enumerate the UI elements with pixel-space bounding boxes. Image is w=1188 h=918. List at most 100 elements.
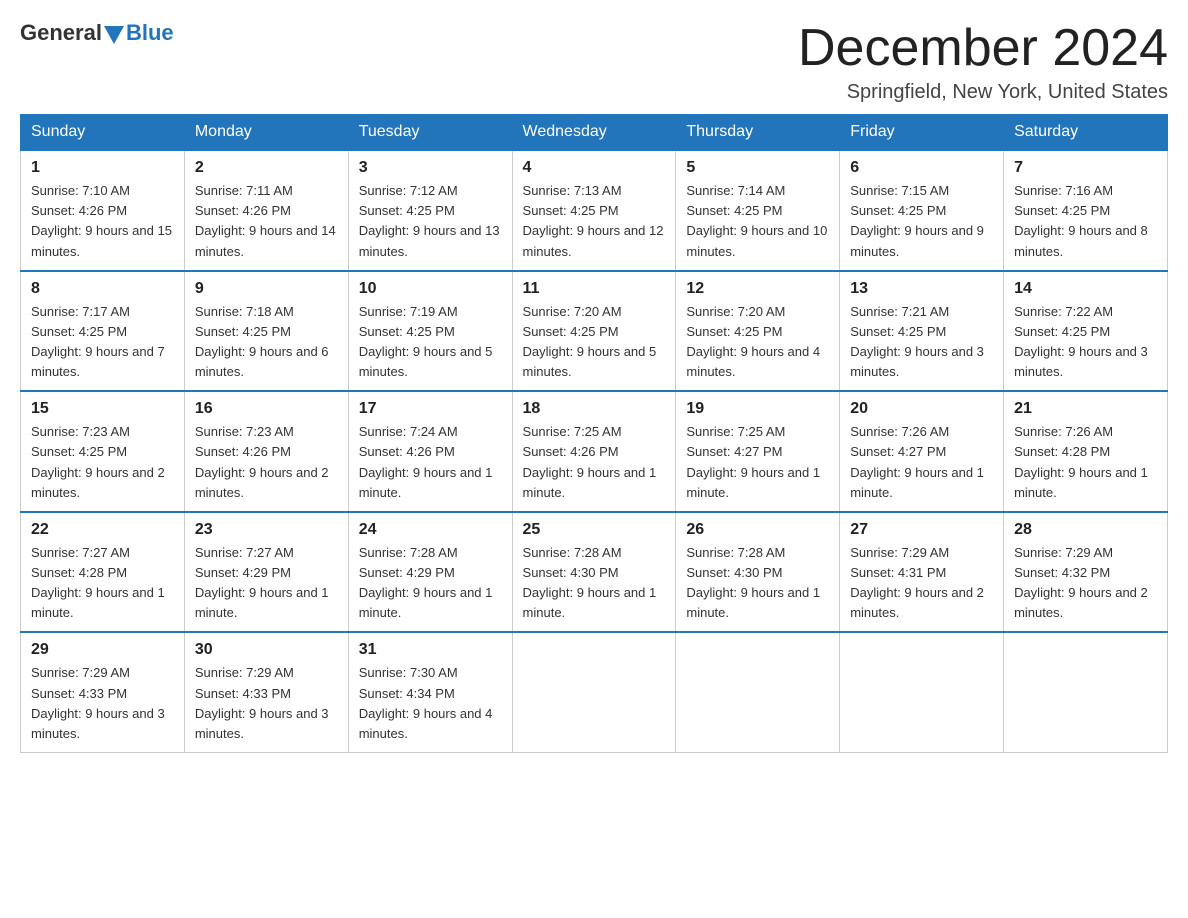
header-tuesday: Tuesday	[348, 115, 512, 151]
calendar-cell: 7 Sunrise: 7:16 AM Sunset: 4:25 PM Dayli…	[1004, 150, 1168, 271]
day-info: Sunrise: 7:27 AM Sunset: 4:28 PM Dayligh…	[31, 543, 174, 624]
calendar-cell: 1 Sunrise: 7:10 AM Sunset: 4:26 PM Dayli…	[21, 150, 185, 271]
week-row-4: 22 Sunrise: 7:27 AM Sunset: 4:28 PM Dayl…	[21, 512, 1168, 633]
logo-area: General Blue	[20, 20, 174, 46]
calendar-cell	[676, 632, 840, 752]
month-title: December 2024	[798, 20, 1168, 77]
calendar-cell: 10 Sunrise: 7:19 AM Sunset: 4:25 PM Dayl…	[348, 271, 512, 392]
day-number: 30	[195, 641, 338, 659]
calendar-cell: 3 Sunrise: 7:12 AM Sunset: 4:25 PM Dayli…	[348, 150, 512, 271]
calendar-cell: 8 Sunrise: 7:17 AM Sunset: 4:25 PM Dayli…	[21, 271, 185, 392]
header-thursday: Thursday	[676, 115, 840, 151]
day-info: Sunrise: 7:17 AM Sunset: 4:25 PM Dayligh…	[31, 302, 174, 383]
calendar-cell: 22 Sunrise: 7:27 AM Sunset: 4:28 PM Dayl…	[21, 512, 185, 633]
day-info: Sunrise: 7:22 AM Sunset: 4:25 PM Dayligh…	[1014, 302, 1157, 383]
logo-general-text: General	[20, 20, 102, 46]
calendar-cell	[840, 632, 1004, 752]
day-info: Sunrise: 7:29 AM Sunset: 4:33 PM Dayligh…	[31, 663, 174, 744]
calendar-cell: 27 Sunrise: 7:29 AM Sunset: 4:31 PM Dayl…	[840, 512, 1004, 633]
day-number: 8	[31, 280, 174, 298]
day-number: 27	[850, 521, 993, 539]
day-info: Sunrise: 7:20 AM Sunset: 4:25 PM Dayligh…	[686, 302, 829, 383]
day-info: Sunrise: 7:23 AM Sunset: 4:26 PM Dayligh…	[195, 422, 338, 503]
day-number: 29	[31, 641, 174, 659]
day-info: Sunrise: 7:28 AM Sunset: 4:30 PM Dayligh…	[523, 543, 666, 624]
week-row-3: 15 Sunrise: 7:23 AM Sunset: 4:25 PM Dayl…	[21, 391, 1168, 512]
day-info: Sunrise: 7:29 AM Sunset: 4:31 PM Dayligh…	[850, 543, 993, 624]
header-sunday: Sunday	[21, 115, 185, 151]
day-info: Sunrise: 7:29 AM Sunset: 4:33 PM Dayligh…	[195, 663, 338, 744]
day-number: 13	[850, 280, 993, 298]
calendar-table: Sunday Monday Tuesday Wednesday Thursday…	[20, 114, 1168, 753]
day-number: 17	[359, 400, 502, 418]
day-info: Sunrise: 7:13 AM Sunset: 4:25 PM Dayligh…	[523, 181, 666, 262]
weekday-header-row: Sunday Monday Tuesday Wednesday Thursday…	[21, 115, 1168, 151]
day-number: 9	[195, 280, 338, 298]
location-subtitle: Springfield, New York, United States	[798, 81, 1168, 104]
day-info: Sunrise: 7:12 AM Sunset: 4:25 PM Dayligh…	[359, 181, 502, 262]
day-info: Sunrise: 7:15 AM Sunset: 4:25 PM Dayligh…	[850, 181, 993, 262]
day-number: 21	[1014, 400, 1157, 418]
calendar-cell: 16 Sunrise: 7:23 AM Sunset: 4:26 PM Dayl…	[184, 391, 348, 512]
day-info: Sunrise: 7:20 AM Sunset: 4:25 PM Dayligh…	[523, 302, 666, 383]
day-info: Sunrise: 7:16 AM Sunset: 4:25 PM Dayligh…	[1014, 181, 1157, 262]
page-header: General Blue December 2024 Springfield, …	[20, 20, 1168, 104]
calendar-cell	[512, 632, 676, 752]
day-info: Sunrise: 7:28 AM Sunset: 4:30 PM Dayligh…	[686, 543, 829, 624]
calendar-cell: 29 Sunrise: 7:29 AM Sunset: 4:33 PM Dayl…	[21, 632, 185, 752]
day-info: Sunrise: 7:25 AM Sunset: 4:27 PM Dayligh…	[686, 422, 829, 503]
calendar-cell	[1004, 632, 1168, 752]
day-info: Sunrise: 7:26 AM Sunset: 4:28 PM Dayligh…	[1014, 422, 1157, 503]
day-info: Sunrise: 7:11 AM Sunset: 4:26 PM Dayligh…	[195, 181, 338, 262]
day-info: Sunrise: 7:28 AM Sunset: 4:29 PM Dayligh…	[359, 543, 502, 624]
day-number: 14	[1014, 280, 1157, 298]
day-info: Sunrise: 7:30 AM Sunset: 4:34 PM Dayligh…	[359, 663, 502, 744]
calendar-cell: 31 Sunrise: 7:30 AM Sunset: 4:34 PM Dayl…	[348, 632, 512, 752]
calendar-cell: 14 Sunrise: 7:22 AM Sunset: 4:25 PM Dayl…	[1004, 271, 1168, 392]
calendar-cell: 13 Sunrise: 7:21 AM Sunset: 4:25 PM Dayl…	[840, 271, 1004, 392]
calendar-cell: 6 Sunrise: 7:15 AM Sunset: 4:25 PM Dayli…	[840, 150, 1004, 271]
day-number: 25	[523, 521, 666, 539]
day-info: Sunrise: 7:21 AM Sunset: 4:25 PM Dayligh…	[850, 302, 993, 383]
day-number: 6	[850, 159, 993, 177]
day-number: 24	[359, 521, 502, 539]
header-friday: Friday	[840, 115, 1004, 151]
day-number: 10	[359, 280, 502, 298]
day-number: 23	[195, 521, 338, 539]
calendar-cell: 2 Sunrise: 7:11 AM Sunset: 4:26 PM Dayli…	[184, 150, 348, 271]
calendar-cell: 28 Sunrise: 7:29 AM Sunset: 4:32 PM Dayl…	[1004, 512, 1168, 633]
day-number: 4	[523, 159, 666, 177]
header-wednesday: Wednesday	[512, 115, 676, 151]
day-info: Sunrise: 7:25 AM Sunset: 4:26 PM Dayligh…	[523, 422, 666, 503]
header-monday: Monday	[184, 115, 348, 151]
header-saturday: Saturday	[1004, 115, 1168, 151]
calendar-cell: 17 Sunrise: 7:24 AM Sunset: 4:26 PM Dayl…	[348, 391, 512, 512]
calendar-cell: 18 Sunrise: 7:25 AM Sunset: 4:26 PM Dayl…	[512, 391, 676, 512]
day-number: 20	[850, 400, 993, 418]
day-number: 5	[686, 159, 829, 177]
week-row-2: 8 Sunrise: 7:17 AM Sunset: 4:25 PM Dayli…	[21, 271, 1168, 392]
day-number: 31	[359, 641, 502, 659]
day-number: 11	[523, 280, 666, 298]
day-number: 18	[523, 400, 666, 418]
calendar-cell: 19 Sunrise: 7:25 AM Sunset: 4:27 PM Dayl…	[676, 391, 840, 512]
day-number: 3	[359, 159, 502, 177]
calendar-cell: 5 Sunrise: 7:14 AM Sunset: 4:25 PM Dayli…	[676, 150, 840, 271]
logo: General Blue	[20, 20, 174, 46]
day-number: 2	[195, 159, 338, 177]
day-number: 19	[686, 400, 829, 418]
day-info: Sunrise: 7:18 AM Sunset: 4:25 PM Dayligh…	[195, 302, 338, 383]
calendar-cell: 21 Sunrise: 7:26 AM Sunset: 4:28 PM Dayl…	[1004, 391, 1168, 512]
week-row-1: 1 Sunrise: 7:10 AM Sunset: 4:26 PM Dayli…	[21, 150, 1168, 271]
calendar-body: 1 Sunrise: 7:10 AM Sunset: 4:26 PM Dayli…	[21, 150, 1168, 752]
calendar-cell: 20 Sunrise: 7:26 AM Sunset: 4:27 PM Dayl…	[840, 391, 1004, 512]
week-row-5: 29 Sunrise: 7:29 AM Sunset: 4:33 PM Dayl…	[21, 632, 1168, 752]
calendar-cell: 15 Sunrise: 7:23 AM Sunset: 4:25 PM Dayl…	[21, 391, 185, 512]
day-info: Sunrise: 7:27 AM Sunset: 4:29 PM Dayligh…	[195, 543, 338, 624]
logo-triangle-icon	[104, 26, 124, 44]
day-number: 12	[686, 280, 829, 298]
day-info: Sunrise: 7:19 AM Sunset: 4:25 PM Dayligh…	[359, 302, 502, 383]
calendar-cell: 4 Sunrise: 7:13 AM Sunset: 4:25 PM Dayli…	[512, 150, 676, 271]
day-number: 1	[31, 159, 174, 177]
calendar-cell: 9 Sunrise: 7:18 AM Sunset: 4:25 PM Dayli…	[184, 271, 348, 392]
